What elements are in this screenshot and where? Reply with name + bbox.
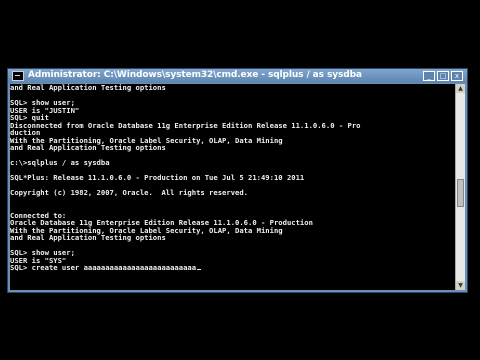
close-button[interactable]: x: [451, 71, 463, 81]
text-cursor: [197, 269, 202, 270]
maximize-button[interactable]: □: [437, 71, 449, 81]
console-output[interactable]: and Real Application Testing options SQL…: [10, 84, 456, 290]
console-line: and Real Application Testing options: [10, 84, 166, 92]
console-app-icon[interactable]: [12, 71, 24, 81]
title-bar[interactable]: Administrator: C:\Windows\system32\cmd.e…: [8, 69, 467, 83]
console-line: c:\>sqlplus / as sysdba: [10, 158, 110, 167]
scroll-thumb[interactable]: [457, 179, 464, 207]
window-controls: _ □ x: [423, 71, 463, 81]
console-line: Disconnected from Oracle Database 11g En…: [10, 120, 361, 130]
minimize-button[interactable]: _: [423, 71, 435, 81]
console-line: and Real Application Testing options: [10, 233, 166, 242]
console-line: SQL> show user;: [10, 248, 75, 257]
console-prompt-line[interactable]: SQL> create user aaaaaaaaaaaaaaaaaaaaaaa…: [10, 264, 456, 272]
console-line: and Real Application Testing options: [10, 143, 166, 152]
console-line: SQL*Plus: Release 11.1.0.6.0 - Productio…: [10, 173, 305, 182]
window-title: Administrator: C:\Windows\system32\cmd.e…: [28, 70, 362, 80]
console-line: USER is "JUSTIN": [10, 105, 80, 115]
scroll-down-arrow-icon[interactable]: ▼: [456, 281, 465, 290]
console-line: Copyright (c) 1982, 2007, Oracle. All ri…: [10, 188, 248, 197]
console-input-text[interactable]: SQL> create user aaaaaaaaaaaaaaaaaaaaaaa…: [10, 263, 196, 272]
cmd-window: Administrator: C:\Windows\system32\cmd.e…: [7, 68, 468, 293]
vertical-scrollbar[interactable]: ▲ ▼: [455, 84, 465, 290]
scroll-up-arrow-icon[interactable]: ▲: [456, 84, 465, 93]
